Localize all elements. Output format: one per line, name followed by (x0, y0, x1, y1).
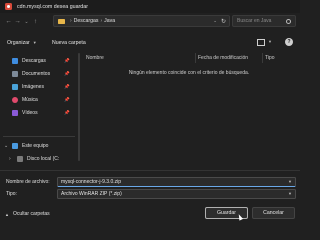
new-folder-button[interactable]: Nueva carpeta (52, 40, 86, 46)
divider (0, 170, 300, 171)
sidebar-item-local-disk[interactable]: Disco local (C: (17, 154, 77, 164)
hide-folders-button[interactable]: ▲ Ocultar carpetas (5, 211, 50, 217)
address-dropdown-icon[interactable]: ⌄ (213, 18, 217, 24)
filetype-value: Archivo WinRAR ZIP (*.zip) (61, 190, 122, 197)
filename-row: Nombre de archivo: mysql-connector-j-9.3… (0, 177, 300, 187)
navigation-scrollbar[interactable] (77, 53, 80, 163)
sidebar-item-this-pc[interactable]: Este equipo (12, 141, 72, 151)
pin-icon: 📌 (64, 110, 70, 115)
download-icon (12, 58, 18, 64)
sidebar-item-label: Música (22, 97, 38, 103)
sidebar-divider (3, 136, 75, 137)
folder-icon (58, 18, 65, 24)
cancel-button[interactable]: Cancelar (252, 207, 295, 219)
sidebar-item-label: Este equipo (22, 143, 49, 149)
sidebar-item-documentos[interactable]: Documentos 📌 (12, 69, 72, 79)
pin-icon: 📌 (64, 97, 70, 102)
sidebar-item-label: Disco local (C: (27, 156, 60, 162)
sidebar-item-imagenes[interactable]: Imágenes 📌 (12, 82, 72, 92)
sidebar-item-videos[interactable]: Vídeos 📌 (12, 108, 72, 118)
window-title: cdn.mysql.com desea guardar (17, 3, 88, 10)
pin-icon: 📌 (64, 58, 70, 63)
filename-label: Nombre de archivo: (6, 179, 50, 185)
organize-label: Organizar (7, 40, 30, 46)
sidebar-item-label: Vídeos (22, 110, 38, 116)
scrollbar-thumb[interactable] (77, 53, 80, 161)
filetype-row: Tipo: Archivo WinRAR ZIP (*.zip) ▼ (0, 189, 300, 199)
view-options-icon[interactable] (257, 39, 265, 46)
videos-icon (12, 110, 18, 116)
computer-icon (12, 143, 18, 149)
forward-icon[interactable]: → (13, 16, 22, 27)
breadcrumb-item-descargas[interactable]: Descargas (74, 18, 99, 24)
chevron-down-icon[interactable]: ▼ (288, 179, 292, 184)
refresh-icon[interactable]: ↻ (221, 18, 226, 25)
disk-icon (17, 156, 23, 162)
chevron-up-icon: ▲ (5, 211, 9, 217)
navigation-pane: Descargas 📌 Documentos 📌 Imágenes 📌 Músi… (0, 50, 80, 168)
up-icon[interactable]: ↑ (31, 16, 40, 27)
title-bar: cdn.mysql.com desea guardar (0, 0, 300, 13)
column-divider[interactable] (195, 53, 196, 63)
organize-button[interactable]: Organizar ▼ (7, 40, 37, 46)
sidebar-item-label: Descargas (22, 58, 46, 64)
search-input[interactable]: Buscar en Java (232, 15, 296, 27)
pictures-icon (12, 84, 18, 90)
filetype-label: Tipo: (6, 191, 17, 197)
sidebar-item-label: Imágenes (22, 84, 44, 90)
column-divider[interactable] (262, 53, 263, 63)
address-bar[interactable]: › Descargas › Java ⌄ ↻ (53, 15, 230, 27)
column-header-date[interactable]: Fecha de modificación (198, 55, 248, 61)
column-header-type[interactable]: Tipo (265, 55, 275, 61)
search-icon (286, 18, 291, 24)
command-bar: Organizar ▼ Nueva carpeta ▼ ? (0, 37, 300, 49)
help-icon[interactable]: ? (285, 38, 293, 46)
hide-folders-label: Ocultar carpetas (12, 211, 50, 217)
sidebar-item-label: Documentos (22, 71, 51, 77)
search-placeholder: Buscar en Java (237, 18, 272, 24)
view-dropdown-icon[interactable]: ▼ (268, 39, 272, 44)
chevron-down-icon[interactable]: ⌄ (4, 143, 8, 149)
file-list: Nombre Fecha de modificación Tipo Ningún… (82, 50, 296, 168)
sidebar-item-musica[interactable]: Música 📌 (12, 95, 72, 105)
column-header-name[interactable]: Nombre (86, 55, 104, 61)
empty-message: Ningún elemento coincide con el criterio… (128, 70, 250, 76)
back-icon[interactable]: ← (4, 16, 13, 27)
recent-locations-icon[interactable]: ⌄ (22, 16, 31, 27)
pin-icon: 📌 (64, 71, 70, 76)
chevron-down-icon: ▼ (32, 40, 37, 45)
breadcrumb-item-java[interactable]: Java (104, 18, 115, 24)
filetype-select[interactable]: Archivo WinRAR ZIP (*.zip) ▼ (57, 189, 296, 199)
filename-value: mysql-connector-j-9.3.0.zip (61, 178, 122, 185)
navigation-bar: ← → ⌄ ↑ › Descargas › Java ⌄ ↻ Buscar en… (0, 13, 300, 30)
documents-icon (12, 71, 18, 77)
sidebar-item-descargas[interactable]: Descargas 📌 (12, 56, 72, 66)
chevron-down-icon[interactable]: ▼ (288, 191, 292, 196)
app-icon (5, 3, 12, 10)
filename-field[interactable]: mysql-connector-j-9.3.0.zip ▼ (57, 177, 296, 187)
pin-icon: 📌 (64, 84, 70, 89)
chevron-right-icon[interactable]: › (9, 156, 11, 162)
music-icon (12, 97, 18, 103)
